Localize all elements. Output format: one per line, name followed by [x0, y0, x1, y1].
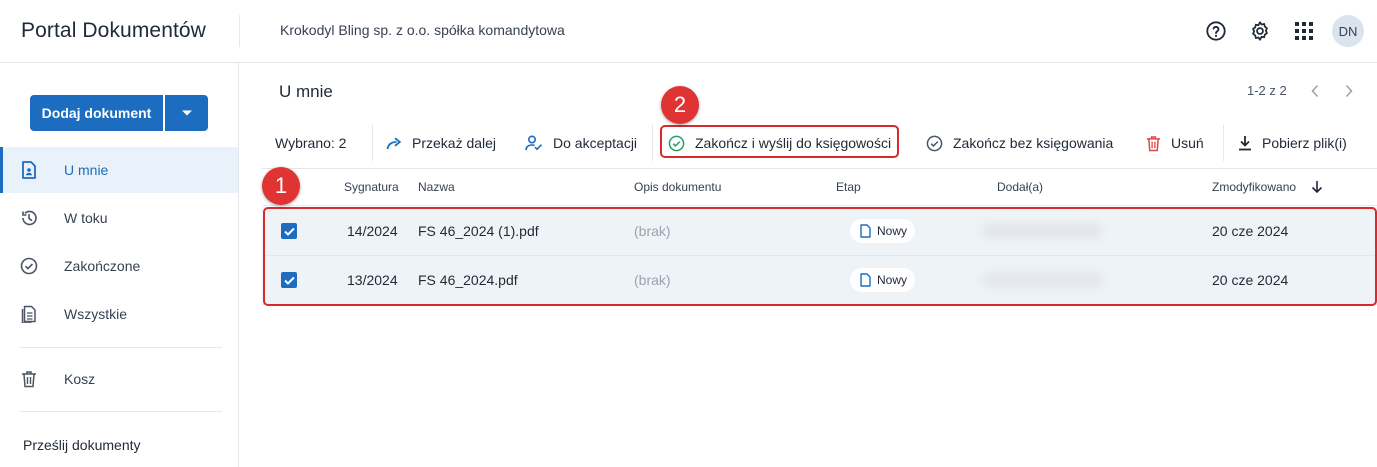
row-name[interactable]: FS 46_2024 (1).pdf [418, 223, 539, 239]
add-document-button[interactable]: Dodaj dokument [30, 95, 208, 131]
column-stage[interactable]: Etap [836, 180, 861, 194]
column-modified[interactable]: Zmodyfikowano [1212, 180, 1296, 194]
added-by-redacted [982, 223, 1102, 239]
table-row[interactable]: 13/2024 FS 46_2024.pdf (brak) Nowy 20 cz… [262, 256, 1377, 305]
check-icon [283, 276, 295, 285]
apps-grid-icon[interactable] [1292, 19, 1316, 43]
sidebar-divider [20, 347, 222, 348]
row-modified: 20 cze 2024 [1212, 272, 1289, 288]
delete-button[interactable]: Usuń [1146, 121, 1204, 165]
download-files-button[interactable]: Pobierz plik(i) [1238, 121, 1347, 165]
sidebar-item-label: W toku [64, 210, 108, 226]
sidebar-item-zakonczone[interactable]: Zakończone [0, 243, 238, 289]
toolbar-divider [372, 125, 373, 161]
row-description: (brak) [634, 272, 671, 288]
column-name[interactable]: Nazwa [418, 180, 455, 194]
sidebar-item-label: Kosz [64, 371, 96, 387]
bulk-actions-toolbar: Wybrano: 2 Przekaż dalej Do akceptacji Z… [262, 121, 1377, 165]
check-circle-icon [668, 135, 685, 151]
stage-label: Nowy [877, 224, 908, 238]
to-acceptance-button[interactable]: Do akceptacji [525, 121, 637, 165]
toolbar-divider [1223, 125, 1224, 161]
sidebar-item-w-toku[interactable]: W toku [0, 195, 238, 241]
step-1-badge: 1 [262, 167, 300, 205]
sidebar-item-u-mnie[interactable]: U mnie [0, 147, 238, 193]
trash-icon [1146, 135, 1161, 151]
download-files-label: Pobierz plik(i) [1262, 135, 1347, 151]
row-modified: 20 cze 2024 [1212, 223, 1289, 239]
caret-down-icon [181, 110, 192, 116]
finish-without-accounting-label: Zakończ bez księgowania [953, 135, 1114, 151]
sidebar-divider [20, 411, 222, 412]
check-circle-outline-icon [926, 135, 943, 151]
sidebar: Dodaj dokument U mnie W toku Zakończone … [0, 63, 239, 467]
trash-icon [20, 370, 38, 388]
chevron-right-icon [1345, 84, 1353, 98]
add-document-label[interactable]: Dodaj dokument [30, 95, 165, 131]
step-2-badge: 2 [661, 86, 699, 124]
document-icon [860, 224, 871, 238]
sidebar-item-label: Wszystkie [64, 306, 127, 322]
row-signature: 13/2024 [347, 272, 398, 288]
chevron-left-icon [1311, 84, 1319, 98]
add-document-dropdown[interactable] [165, 95, 208, 131]
documents-icon [20, 305, 38, 323]
gear-icon[interactable] [1248, 19, 1272, 43]
help-icon[interactable] [1204, 19, 1228, 43]
column-added-by[interactable]: Dodał(a) [997, 180, 1043, 194]
finish-and-send-label: Zakończ i wyślij do księgowości [695, 135, 892, 151]
upload-documents-section[interactable]: Prześlij dokumenty [23, 437, 141, 453]
column-signature[interactable]: Sygnatura [344, 180, 399, 194]
stage-badge: Nowy [850, 268, 916, 292]
top-header: Portal Dokumentów Krokodyl Bling sp. z o… [0, 0, 1377, 63]
row-checkbox[interactable] [281, 272, 297, 288]
row-description: (brak) [634, 223, 671, 239]
sort-arrow-down-icon[interactable] [1311, 180, 1323, 194]
finish-without-accounting-button[interactable]: Zakończ bez księgowania [926, 121, 1113, 165]
forward-button[interactable]: Przekaż dalej [386, 121, 496, 165]
sidebar-item-label: Zakończone [64, 258, 141, 274]
check-icon [283, 227, 295, 236]
user-check-icon [525, 135, 543, 151]
document-user-icon [20, 161, 38, 179]
stage-badge: Nowy [850, 219, 916, 243]
company-name[interactable]: Krokodyl Bling sp. z o.o. spółka komandy… [280, 22, 565, 38]
header-divider [239, 15, 240, 47]
avatar[interactable]: DN [1332, 15, 1364, 47]
history-icon [20, 209, 38, 227]
sidebar-item-kosz[interactable]: Kosz [0, 356, 238, 402]
selected-count: Wybrano: 2 [275, 135, 347, 151]
app-title[interactable]: Portal Dokumentów [21, 19, 206, 43]
download-icon [1239, 136, 1251, 151]
forward-arrow-icon [386, 137, 402, 150]
sidebar-item-label: U mnie [64, 162, 109, 178]
finish-and-send-to-accounting-button[interactable]: Zakończ i wyślij do księgowości [668, 121, 891, 165]
pagination-info: 1-2 z 2 [1247, 83, 1287, 98]
toolbar-divider [652, 125, 653, 161]
check-circle-icon [20, 257, 38, 275]
document-icon [860, 273, 871, 287]
column-description[interactable]: Opis dokumentu [634, 180, 721, 194]
prev-page-button[interactable] [1306, 81, 1324, 101]
row-checkbox[interactable] [281, 223, 297, 239]
sidebar-item-wszystkie[interactable]: Wszystkie [0, 291, 238, 337]
page-title: U mnie [279, 82, 333, 101]
row-signature: 14/2024 [347, 223, 398, 239]
forward-label: Przekaż dalej [412, 135, 497, 151]
delete-label: Usuń [1171, 135, 1204, 151]
stage-label: Nowy [877, 273, 908, 287]
table-header: Sygnatura Nazwa Opis dokumentu Etap Doda… [262, 168, 1377, 206]
next-page-button[interactable] [1340, 81, 1358, 101]
table-row[interactable]: 14/2024 FS 46_2024 (1).pdf (brak) Nowy 2… [262, 207, 1377, 256]
to-acceptance-label: Do akceptacji [553, 135, 638, 151]
added-by-redacted [982, 272, 1102, 288]
row-name[interactable]: FS 46_2024.pdf [418, 272, 518, 288]
